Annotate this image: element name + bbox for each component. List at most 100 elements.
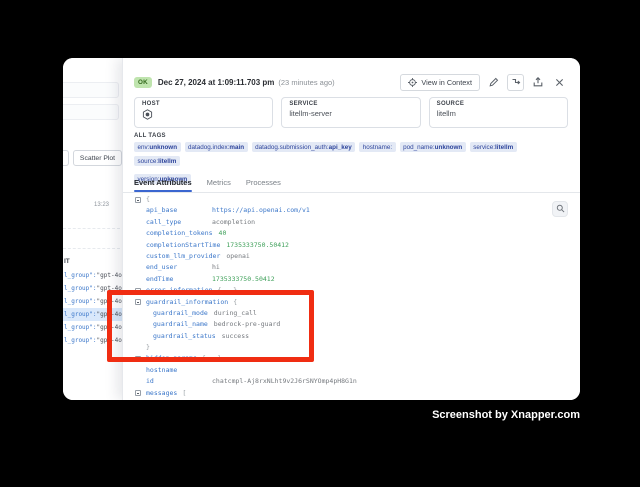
header-actions: View in Context (400, 74, 568, 91)
tag-pill[interactable]: datadog.submission_auth:api_key (252, 142, 356, 152)
attribute-key: completionStartTime (146, 240, 226, 251)
tag-value: unknown (149, 144, 177, 151)
tag-pill[interactable]: datadog.index:main (185, 142, 248, 152)
attribute-row: custom_llm_provideropenai (123, 251, 580, 262)
tab-bar: Event Attributes Metrics Processes (123, 175, 580, 193)
list-item[interactable]: l_group":"gpt-4o (63, 321, 122, 334)
list-item[interactable]: l_group":"gpt-4o (63, 334, 122, 347)
axis-tick-label: 13:23 (94, 202, 109, 208)
attribute-value: 1735333750.50412 (226, 240, 289, 251)
source-box[interactable]: SOURCE litellm (429, 97, 568, 128)
attribute-row: endTime1735333750.50412 (123, 274, 580, 285)
close-icon[interactable] (551, 74, 568, 91)
tab-processes[interactable]: Processes (246, 175, 281, 192)
host-box[interactable]: HOST (134, 97, 273, 128)
tag-key: hostname: (363, 144, 392, 151)
expand-icon[interactable] (135, 288, 141, 294)
watermark-text: Screenshot by Xnapper.com (432, 409, 580, 421)
attribute-value: hi (212, 262, 220, 273)
attribute-value: during_call (214, 308, 257, 319)
event-header: OK Dec 27, 2024 at 1:09:11.703 pm (23 mi… (134, 72, 568, 92)
attribute-value[interactable]: https://api.openai.com/v1 (212, 205, 310, 216)
host-icon (142, 109, 265, 122)
list-item[interactable]: l_group":"gpt-4o (63, 269, 122, 282)
attribute-row: call_typeacompletion (123, 217, 580, 228)
tag-value: litellm (495, 144, 513, 151)
tag-pill[interactable]: env:unknown (134, 142, 181, 152)
expand-icon[interactable] (135, 356, 141, 362)
source-value: litellm (437, 109, 560, 118)
tag-pill[interactable]: pod_name:unknown (400, 142, 466, 152)
attribute-value: chatcmpl-Aj8rxNLht9v2J6rSNYOmp4pH8G1n (212, 376, 357, 387)
list-item[interactable]: l_group":"gpt-4o (63, 308, 122, 321)
tag-value: unknown (435, 144, 463, 151)
view-in-context-label: View in Context (421, 78, 472, 87)
row-key: l_group": (64, 272, 97, 279)
attribute-key: completion_tokens (146, 228, 219, 239)
attribute-value: 1735333750.50412 (212, 274, 275, 285)
search-icon (556, 204, 565, 215)
attribute-key: guardrail_name (153, 319, 214, 330)
scatter-plot-button[interactable]: Scatter Plot (73, 150, 122, 166)
event-timestamp: Dec 27, 2024 at 1:09:11.703 pm (158, 78, 275, 87)
row-value: "gpt-4o (97, 285, 122, 292)
row-value: "gpt-4o (97, 324, 122, 331)
tag-key: env: (138, 144, 150, 151)
cutoff-section-header: IT (64, 258, 70, 265)
attribute-row: api_basehttps://api.openai.com/v1 (123, 205, 580, 216)
event-attributes-panel: { api_basehttps://api.openai.com/v1call_t… (123, 194, 580, 400)
attribute-row: idchatcmpl-Aj8rxNLht9v2J6rSNYOmp4pH8G1n (123, 376, 580, 387)
attribute-value: success (222, 331, 249, 342)
all-tags-label: ALL TAGS (134, 133, 166, 139)
service-value: litellm-server (289, 109, 412, 118)
edit-icon[interactable] (485, 74, 502, 91)
related-traces-icon[interactable] (507, 74, 524, 91)
host-label: HOST (142, 101, 265, 107)
attribute-row: error_information{...} (123, 285, 580, 296)
chart-gridline (63, 228, 120, 229)
collapse-icon[interactable] (135, 197, 141, 203)
row-value: "gpt-4o (97, 298, 122, 305)
screenshot-stage: Scatter Plot 13:23 IT l_group":"gpt-4ol_… (0, 0, 640, 487)
collapse-icon[interactable] (135, 390, 141, 396)
attribute-key: call_type (146, 217, 212, 228)
attribute-row: guardrail_information{ (123, 297, 580, 308)
status-badge: OK (134, 77, 152, 88)
cutoff-control (63, 82, 119, 98)
bracket: {...} (202, 353, 222, 364)
row-key: l_group": (64, 298, 97, 305)
tag-key: service: (473, 144, 495, 151)
export-icon[interactable] (529, 74, 546, 91)
tag-value: main (229, 144, 244, 151)
attribute-key: hidden_params (146, 353, 202, 364)
tab-event-attributes[interactable]: Event Attributes (134, 175, 192, 192)
search-attributes-button[interactable] (552, 201, 568, 217)
view-in-context-button[interactable]: View in Context (400, 74, 480, 91)
tag-pill[interactable]: hostname: (359, 142, 395, 152)
bracket: } (146, 342, 150, 353)
attribute-row: hidden_params{...} (123, 353, 580, 364)
attributes-tree: { api_basehttps://api.openai.com/v1call_t… (123, 194, 580, 399)
collapse-icon[interactable] (135, 299, 141, 305)
attribute-key: custom_llm_provider (146, 251, 226, 262)
row-value: "gpt-4o (97, 272, 122, 279)
service-box[interactable]: SERVICE litellm-server (281, 97, 420, 128)
bracket: { (233, 297, 237, 308)
attribute-key: api_base (146, 205, 212, 216)
list-item[interactable]: l_group":"gpt-4o (63, 282, 122, 295)
row-key: l_group": (64, 285, 97, 292)
tag-value: api_key (329, 144, 352, 151)
event-time-ago: (23 minutes ago) (278, 78, 334, 87)
bracket: [ (182, 388, 186, 399)
event-detail-drawer: OK Dec 27, 2024 at 1:09:11.703 pm (23 mi… (122, 58, 580, 400)
list-item[interactable]: l_group":"gpt-4o (63, 295, 122, 308)
tag-pill[interactable]: service:litellm (470, 142, 517, 152)
bracket: {...} (218, 285, 238, 296)
cutoff-button-fragment (63, 150, 69, 166)
tag-pill[interactable]: source:litellm (134, 156, 180, 166)
attribute-row: completion_tokens40 (123, 228, 580, 239)
service-label: SERVICE (289, 101, 412, 107)
app-window: Scatter Plot 13:23 IT l_group":"gpt-4ol_… (63, 58, 580, 400)
attribute-row: } (123, 342, 580, 353)
tab-metrics[interactable]: Metrics (207, 175, 231, 192)
